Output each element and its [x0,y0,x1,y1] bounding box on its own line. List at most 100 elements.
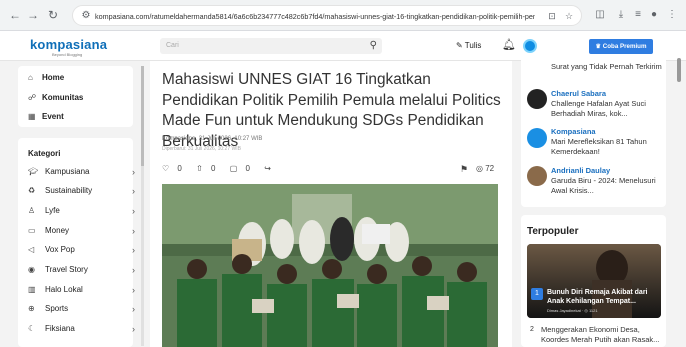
bookmark-icon[interactable]: ⚑ [460,164,468,175]
popular-image-illustration [527,244,661,318]
chevron-right-icon: › [132,285,135,295]
feed-item-text[interactable]: Challenge Hafalan Ayat Suci Berhadiah Mi… [551,99,663,119]
star-icon[interactable]: ☆ [562,9,576,23]
browser-toolbar: ← → ↻ ⚙ kompasiana.com/ratumeldahermanda… [0,0,686,31]
chevron-right-icon: › [132,245,135,255]
premium-label: Coba Premium [602,43,647,50]
kategori-item-sports[interactable]: ⊕ Sports › [28,304,135,314]
kategori-label: Sustainability [45,186,93,195]
feed-item-text[interactable]: Surat yang Tidak Pernah Terkirim [551,62,663,72]
book-icon: ☾ [28,324,36,333]
crown-icon: ♛ [595,43,603,50]
share-button[interactable]: ↪ [264,164,277,173]
popular-item-author: Dimas Jayadinekat [547,308,581,313]
kategori-item-sustainability[interactable]: ♻ Sustainability › [28,186,135,196]
feed-item-user[interactable]: Kompasiana [551,127,596,136]
vote-count: 0 [211,164,216,173]
lyfe-icon: ♙ [28,206,36,215]
feed-item-text[interactable]: Mari Merefleksikan 81 Tahun Kemerdekaan! [551,137,663,157]
nav-label: Komunitas [42,93,84,102]
kategori-item-halo-lokal[interactable]: ▥ Halo Lokal › [28,285,135,295]
heart-icon: ♡ [162,164,170,173]
article-photo [162,184,498,347]
popular-rank-badge: 1 [531,288,543,300]
home-icon: ⌂ [28,73,33,82]
like-count: 0 [177,164,182,173]
premium-button[interactable]: ♛ Coba Premium [589,39,653,54]
back-icon[interactable]: ← [6,6,24,24]
kategori-label: Vox Pop [45,245,75,254]
popular-item-title[interactable]: Bunuh Diri Remaja Akibat dari Anak Kehil… [547,288,657,306]
chevron-right-icon: › [132,304,135,314]
forward-icon[interactable]: → [24,6,42,24]
nav-item-komunitas[interactable]: ☍ Komunitas [28,93,83,102]
install-app-icon[interactable]: ⊡ [545,9,559,23]
menu-icon[interactable]: ⋮ [664,7,680,23]
kategori-title: Kategori [28,149,61,158]
terpopuler-title: Terpopuler [527,226,579,237]
nav-label: Event [42,112,64,121]
feed-avatar[interactable] [527,128,547,148]
chevron-right-icon: › [132,265,135,275]
kategori-label: Money [45,226,70,235]
nav-item-home[interactable]: ⌂ Home [28,73,64,82]
kategori-label: Travel Story [45,265,88,274]
kategori-item-travel-story[interactable]: ◉ Travel Story › [28,265,135,275]
like-button[interactable]: ♡ 0 [162,164,188,173]
popular-rank-number: 2 [530,326,534,333]
ball-icon: ⊕ [28,304,35,313]
media-icon[interactable]: ≡ [630,7,646,23]
profile-icon[interactable]: ● [646,7,662,23]
building-icon: ▥ [28,285,36,294]
site-logo[interactable]: kompasiana [30,37,107,52]
kategori-item-kampusiana[interactable]: 🎓︎ Kampusiana › [28,167,135,177]
eye-icon: ◎ [476,164,483,173]
money-icon: ▭ [28,226,36,235]
site-info-icon[interactable]: ⚙ [79,9,93,23]
megaphone-icon: ◁ [28,245,35,254]
reload-icon[interactable]: ↻ [44,6,62,24]
notification-bell-icon[interactable]: 🔔︎ [502,38,516,51]
feed-item-text[interactable]: Garuda Biru - 2024: Menelusuri Awal Kris… [551,176,663,196]
arrow-up-icon: ⇧ [196,164,203,173]
chevron-right-icon: › [132,324,135,334]
kategori-item-money[interactable]: ▭ Money › [28,226,135,236]
kategori-label: Fiksiana [45,324,75,333]
write-label: Tulis [464,41,482,50]
extensions-icon[interactable]: ◫ [592,7,608,23]
vote-button[interactable]: ⇧ 0 [196,164,221,173]
kategori-item-vox-pop[interactable]: ◁ Vox Pop › [28,245,135,255]
kategori-card: Kategori 🎓︎ Kampusiana › ♻ Sustainability › … [18,138,135,347]
graduation-icon: 🎓︎ [28,167,39,176]
kategori-item-fiksiana[interactable]: ☾ Fiksiana › [28,324,135,334]
feed-avatar[interactable] [527,89,547,109]
pencil-icon: ✎ [456,41,465,50]
address-bar[interactable]: ⚙ kompasiana.com/ratumeldahermanda5814/6… [72,5,582,26]
popular-item-views: 1121 [588,308,598,313]
comment-button[interactable]: ▢ 0 [230,164,256,173]
feed-item-user[interactable]: Andrianli Daulay [551,166,610,175]
view-counter: ◎ 72 [476,164,494,173]
search-input[interactable]: Cari ⚲ [160,38,382,54]
write-button[interactable]: ✎ Tulis [456,41,481,50]
kategori-item-lyfe[interactable]: ♙ Lyfe › [28,206,135,216]
feed-item-user[interactable]: Chaerul Sabara [551,89,606,98]
left-scrollbar-thumb[interactable] [141,66,144,166]
community-icon: ☍ [28,93,37,102]
kategori-label: Lyfe [45,206,60,215]
download-icon[interactable]: ⤓ [613,7,629,23]
nav-label: Home [42,73,65,82]
popular-item-title[interactable]: Menggerakan Ekonomi Desa, Koordes Merah … [541,325,661,345]
feed-avatar[interactable] [527,166,547,186]
comment-icon: ▢ [229,164,238,173]
share-icon: ↪ [264,164,271,173]
eye-icon: ◎ [584,308,588,313]
nav-item-event[interactable]: ▦ Event [28,112,64,121]
popular-image[interactable] [527,244,661,318]
kategori-label: Sports [45,304,69,313]
user-avatar[interactable] [523,39,537,53]
sustainability-icon: ♻ [28,186,36,195]
search-icon[interactable]: ⚲ [370,39,377,53]
main-nav-card: ⌂ Home ☍ Komunitas ▦ Event [18,66,133,127]
page-scrollbar-thumb[interactable] [677,58,681,82]
